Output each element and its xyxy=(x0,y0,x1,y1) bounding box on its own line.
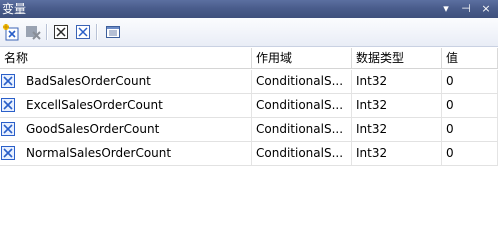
variable-icon xyxy=(1,122,15,136)
variable-scope[interactable]: ConditionalS... xyxy=(252,142,352,165)
table-row[interactable]: GoodSalesOrderCount ConditionalS... Int3… xyxy=(0,118,498,142)
variables-toolbar xyxy=(0,18,498,47)
column-header-value[interactable]: 值 xyxy=(442,48,498,68)
variable-name: ExcellSalesOrderCount xyxy=(26,98,163,112)
table-row[interactable]: BadSalesOrderCount ConditionalS... Int32… xyxy=(0,70,498,94)
table-row[interactable]: ExcellSalesOrderCount ConditionalS... In… xyxy=(0,94,498,118)
variable-name: NormalSalesOrderCount xyxy=(26,146,172,160)
variable-name-cell[interactable]: ExcellSalesOrderCount xyxy=(0,94,252,117)
delete-variable-icon xyxy=(26,26,41,40)
variable-scope[interactable]: ConditionalS... xyxy=(252,94,352,117)
close-icon[interactable]: × xyxy=(478,1,494,17)
toolbar-separator xyxy=(96,24,97,40)
variable-icon xyxy=(1,74,15,88)
variable-scope[interactable]: ConditionalS... xyxy=(252,70,352,93)
variable-type[interactable]: Int32 xyxy=(352,118,442,141)
variable-name: BadSalesOrderCount xyxy=(26,74,151,88)
variable-icon xyxy=(1,146,15,160)
variable-value[interactable]: 0 xyxy=(442,70,498,93)
properties-grid-icon xyxy=(106,26,120,38)
variable-type[interactable]: Int32 xyxy=(352,142,442,165)
variable-name: GoodSalesOrderCount xyxy=(26,122,160,136)
variable-name-cell[interactable]: BadSalesOrderCount xyxy=(0,70,252,93)
variable-scope[interactable]: ConditionalS... xyxy=(252,118,352,141)
add-variable-icon xyxy=(3,24,19,41)
table-row[interactable]: NormalSalesOrderCount ConditionalS... In… xyxy=(0,142,498,166)
panel-title: 变量 xyxy=(2,2,27,16)
column-header-name[interactable]: 名称 xyxy=(0,48,252,68)
toolbar-separator xyxy=(46,24,47,40)
panel-title-bar: 变量 ▾ ⊣ × xyxy=(0,0,498,18)
dropdown-icon[interactable]: ▾ xyxy=(438,1,454,17)
variable-scope-icon xyxy=(76,25,90,39)
variable-button-2[interactable] xyxy=(74,23,92,41)
variable-value[interactable]: 0 xyxy=(442,142,498,165)
variable-type[interactable]: Int32 xyxy=(352,94,442,117)
variable-icon xyxy=(54,25,68,39)
properties-button[interactable] xyxy=(104,23,122,41)
add-variable-button[interactable] xyxy=(2,23,20,41)
variable-icon xyxy=(1,98,15,112)
variable-name-cell[interactable]: NormalSalesOrderCount xyxy=(0,142,252,165)
delete-variable-button[interactable] xyxy=(24,23,42,41)
pin-icon[interactable]: ⊣ xyxy=(458,1,474,17)
variable-type[interactable]: Int32 xyxy=(352,70,442,93)
column-header-type[interactable]: 数据类型 xyxy=(352,48,442,68)
variable-button-1[interactable] xyxy=(52,23,70,41)
variable-name-cell[interactable]: GoodSalesOrderCount xyxy=(0,118,252,141)
variable-value[interactable]: 0 xyxy=(442,94,498,117)
grid-header: 名称 作用域 数据类型 值 xyxy=(0,48,498,69)
column-header-scope[interactable]: 作用域 xyxy=(252,48,352,68)
variable-value[interactable]: 0 xyxy=(442,118,498,141)
